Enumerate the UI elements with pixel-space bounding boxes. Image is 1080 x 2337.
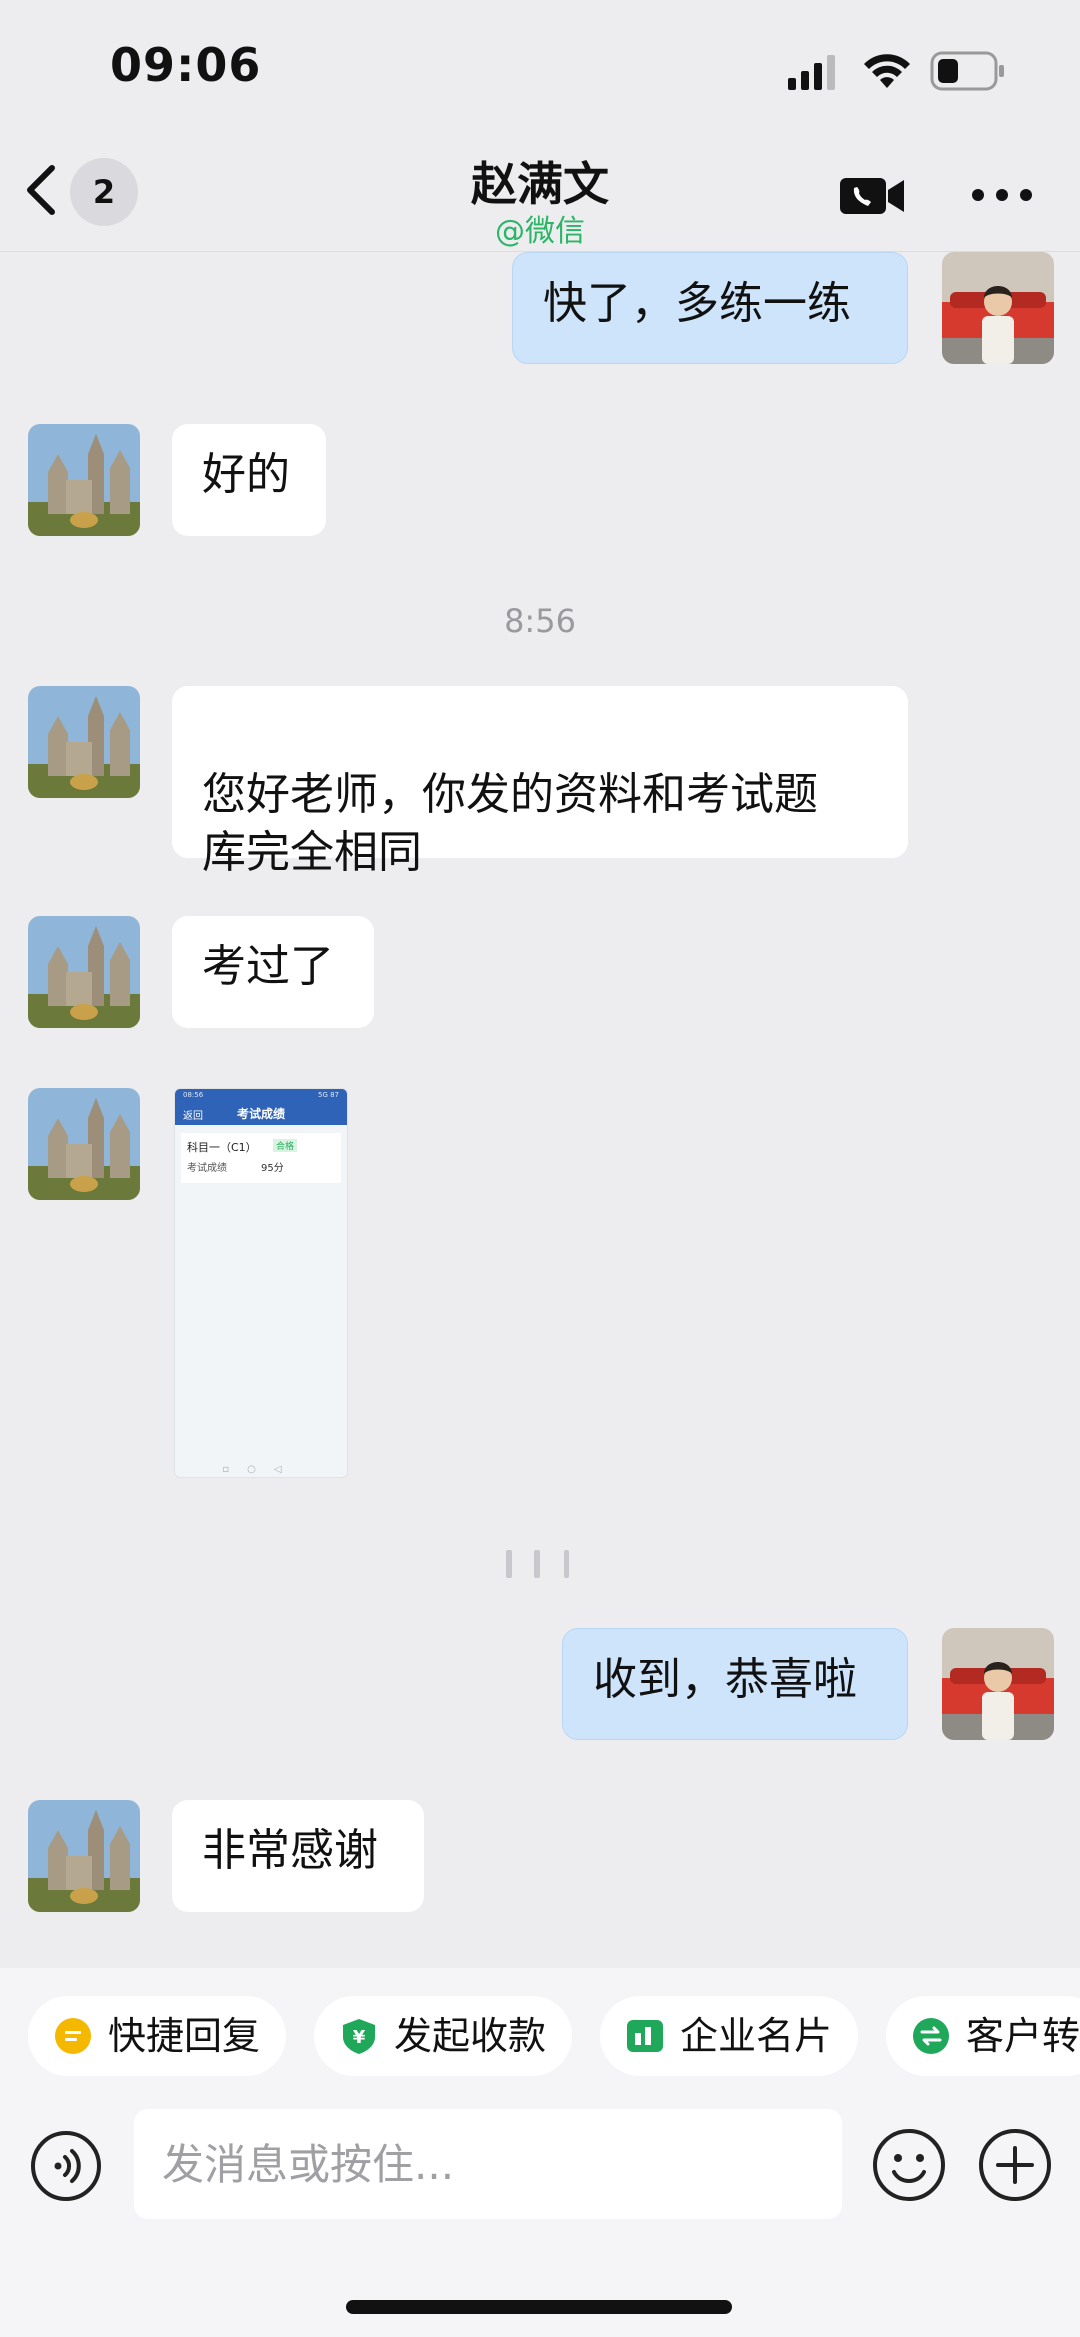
plus-icon[interactable] — [978, 2128, 1052, 2202]
quick-reply-label: 快捷回复 — [108, 2014, 261, 2058]
payment-label: 发起收款 — [394, 2014, 547, 2058]
image-title: 考试成绩 — [236, 1107, 285, 1121]
incoming-message-bubble[interactable]: 好的 — [172, 424, 326, 536]
outgoing-message-bubble[interactable]: 快了，多练一练 — [512, 252, 908, 364]
business-card-button[interactable]: 企业名片 — [600, 1996, 859, 2076]
image-header-bar: 08:56 5G 87 返回 考试成绩 — [175, 1089, 347, 1125]
unread-count-badge[interactable]: 2 — [70, 158, 138, 226]
voice-input-icon[interactable] — [30, 2130, 102, 2202]
signal-icon — [788, 55, 835, 90]
image-pass-badge: 合格 — [273, 1139, 298, 1152]
message-text: 非常感谢 — [202, 1825, 378, 1876]
voice-wave-icon — [506, 1550, 569, 1578]
image-status-right: 5G 87 — [317, 1091, 339, 1099]
more-options-icon[interactable] — [970, 180, 1034, 210]
contact-avatar[interactable] — [28, 686, 140, 798]
quick-reply-icon — [55, 2018, 91, 2054]
chat-header: 2 赵满文 @微信 — [0, 140, 1080, 252]
svg-text:¥: ¥ — [353, 2027, 366, 2048]
message-input[interactable] — [134, 2109, 842, 2219]
transfer-icon — [913, 2018, 949, 2054]
contact-source: @微信 — [495, 214, 585, 249]
customer-transfer-label: 客户转 — [966, 2014, 1080, 2058]
back-chevron-icon[interactable] — [18, 160, 64, 220]
emoji-icon[interactable] — [872, 2128, 946, 2202]
payment-icon: ¥ — [343, 2019, 375, 2054]
quick-action-bar: 快捷回复 ¥ 发起收款 企业名片 客户转 — [0, 1968, 1080, 2076]
image-score-label: 考试成绩 — [187, 1163, 227, 1174]
message-timestamp: 8:56 — [504, 602, 576, 640]
business-card-icon — [627, 2020, 663, 2052]
status-time: 09:06 — [110, 38, 262, 92]
status-bar: 09:06 — [0, 0, 1080, 140]
image-subject: 科目一（C1） — [187, 1141, 257, 1154]
incoming-message-bubble[interactable]: 考过了 — [172, 916, 374, 1028]
contact-avatar[interactable] — [28, 424, 140, 536]
message-text: 您好老师，你发的资料和考试题 库完全相同 — [202, 769, 818, 878]
image-result-card: 科目一（C1） 合格 考试成绩 95分 — [181, 1133, 341, 1183]
contact-name: 赵满文 — [471, 157, 609, 211]
image-score-value: 95分 — [261, 1163, 284, 1174]
wifi-icon — [864, 54, 910, 88]
my-avatar[interactable] — [942, 252, 1054, 364]
customer-transfer-button[interactable]: 客户转 — [886, 1996, 1080, 2076]
quick-reply-button[interactable]: 快捷回复 — [28, 1996, 287, 2076]
contact-avatar[interactable] — [28, 916, 140, 1028]
payment-button[interactable]: ¥ 发起收款 — [314, 1996, 573, 2076]
message-text: 收到，恭喜啦 — [593, 1654, 857, 1705]
message-text: 考过了 — [202, 941, 334, 992]
business-card-label: 企业名片 — [680, 2014, 833, 2058]
message-input-bar — [0, 2076, 1080, 2337]
message-text: 快了，多练一练 — [543, 278, 851, 329]
image-status-time: 08:56 — [183, 1091, 204, 1099]
shared-screenshot-image[interactable]: 08:56 5G 87 返回 考试成绩 科目一（C1） 合格 考试成绩 95分 … — [174, 1088, 348, 1478]
battery-icon — [930, 51, 1004, 91]
incoming-message-bubble[interactable]: 您好老师，你发的资料和考试题 库完全相同 — [172, 686, 908, 878]
contact-avatar[interactable] — [28, 1088, 140, 1200]
outgoing-message-bubble[interactable]: 收到，恭喜啦 — [562, 1628, 908, 1740]
message-text: 好的 — [202, 449, 290, 500]
my-avatar[interactable] — [942, 1628, 1054, 1740]
incoming-message-bubble[interactable]: 非常感谢 — [172, 1800, 424, 1912]
home-indicator[interactable] — [346, 2300, 732, 2314]
video-call-icon[interactable] — [838, 170, 908, 220]
image-nav-bar: ▫○◁ — [222, 1464, 300, 1475]
contact-avatar[interactable] — [28, 1800, 140, 1912]
